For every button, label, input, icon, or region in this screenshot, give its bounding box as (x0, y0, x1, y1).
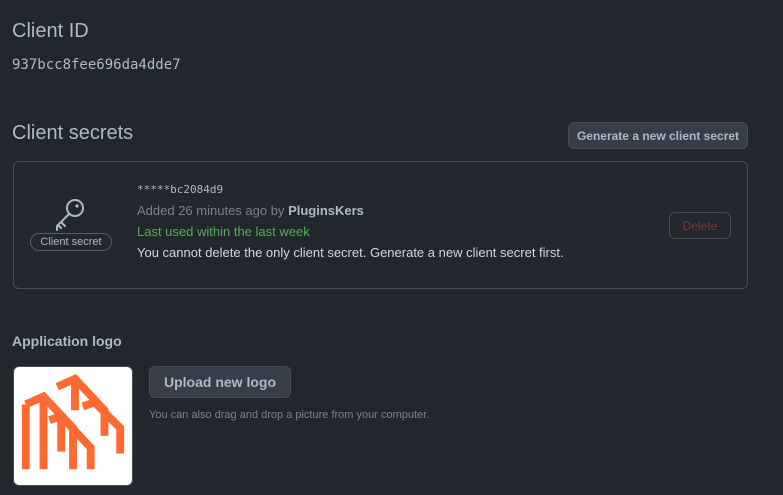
secret-added-by: PluginsKers (288, 203, 364, 218)
upload-hint-text: You can also drag and drop a picture fro… (149, 409, 430, 421)
client-secrets-heading: Client secrets (12, 122, 134, 144)
secret-added-text: Added 26 minutes ago by PluginsKers (137, 203, 364, 218)
secret-added-prefix: Added 26 minutes ago by (137, 203, 285, 218)
client-secret-card (13, 161, 748, 289)
generate-client-secret-button[interactable]: Generate a new client secret (568, 122, 748, 149)
client-secret-badge: Client secret (30, 233, 112, 251)
application-logo-heading: Application logo (12, 333, 122, 349)
key-icon (56, 199, 84, 231)
client-id-value: 937bcc8fee696da4dde7 (12, 57, 181, 73)
application-logo-image (13, 366, 133, 486)
secret-masked-value: *****bc2084d9 (137, 183, 224, 196)
app-logo-icon (21, 374, 125, 470)
delete-secret-button[interactable]: Delete (669, 212, 731, 239)
secret-last-used: Last used within the last week (137, 224, 310, 239)
client-id-heading: Client ID (12, 20, 89, 42)
secret-delete-warning: You cannot delete the only client secret… (137, 245, 564, 260)
upload-logo-button[interactable]: Upload new logo (149, 366, 291, 398)
